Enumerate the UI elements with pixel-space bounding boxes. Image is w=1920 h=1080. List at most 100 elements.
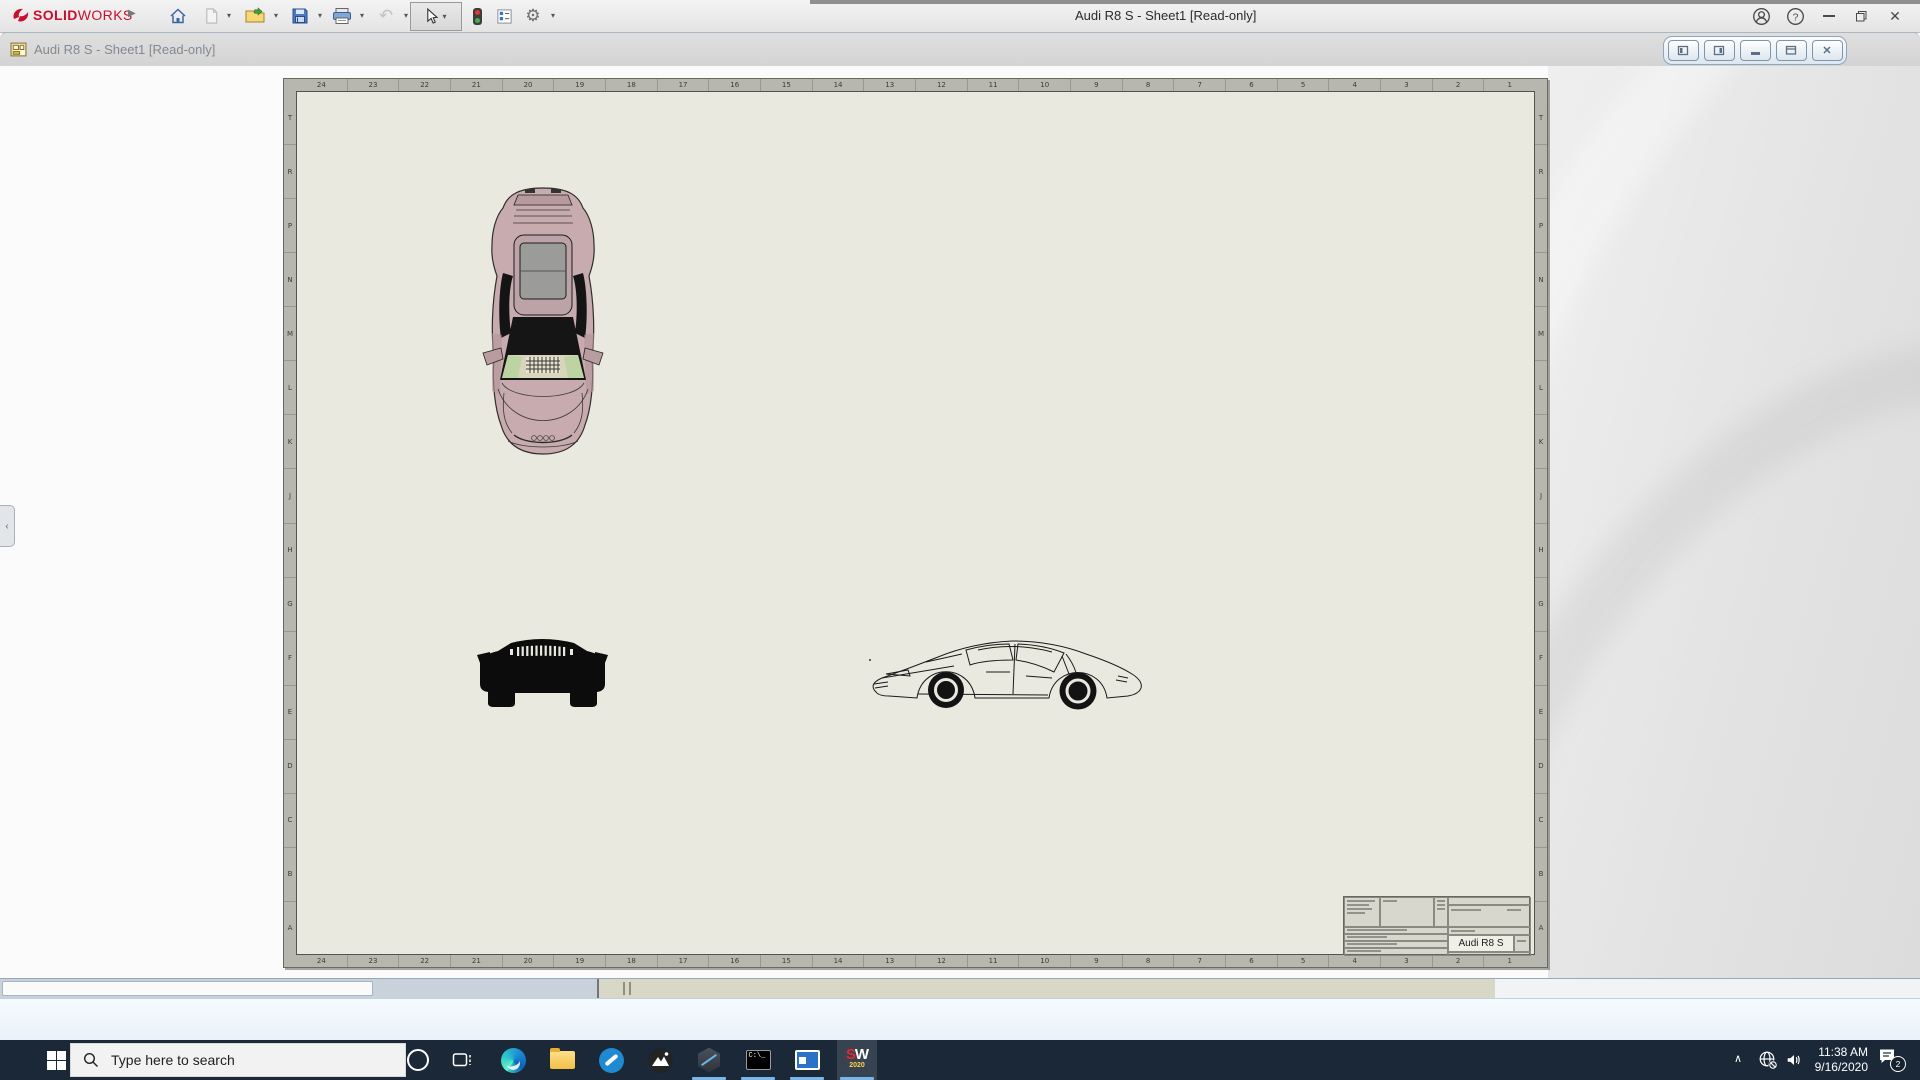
window-title: Audi R8 S - Sheet1 [Read-only]	[1075, 8, 1256, 23]
zone-label: 10	[1019, 79, 1071, 91]
drawing-view-side[interactable]	[866, 632, 1150, 714]
zone-label: 18	[606, 955, 658, 967]
status-bar	[0, 998, 1920, 1040]
drawing-view-front[interactable]	[477, 630, 608, 716]
photos-icon	[648, 1048, 673, 1073]
zone-label: D	[284, 740, 296, 794]
search-input[interactable]	[109, 1051, 383, 1069]
collapsed-panel-flyout[interactable]: ‹	[0, 505, 15, 547]
document-minimize-button[interactable]	[1740, 40, 1771, 61]
title-block-cell	[1344, 897, 1380, 927]
stoplight-icon	[473, 8, 482, 25]
edge-button[interactable]	[493, 1040, 533, 1080]
open-button[interactable]	[243, 4, 267, 28]
action-center-button[interactable]: 2	[1878, 1048, 1906, 1074]
clock[interactable]: 11:38 AM 9/16/2020	[1802, 1045, 1868, 1075]
list-report-icon	[496, 8, 513, 25]
restore-icon	[1855, 10, 1868, 23]
cortana-button[interactable]	[398, 1040, 438, 1080]
hexagon-app-button[interactable]	[689, 1040, 729, 1080]
options-button[interactable]: ⚙	[521, 4, 545, 28]
scrollbar-track[interactable]	[599, 979, 1495, 998]
taskbar: C:\_ SW 2020 ∧	[0, 1040, 1920, 1080]
chevron-up-icon: ∧	[1734, 1053, 1742, 1065]
help-button[interactable]: ?	[1784, 6, 1806, 26]
zone-label: C	[1535, 794, 1547, 848]
open-caret[interactable]: ▾	[271, 11, 281, 20]
new-document-caret[interactable]: ▾	[224, 11, 234, 20]
document-restore-button[interactable]	[1776, 40, 1807, 61]
options-caret[interactable]: ▾	[548, 11, 558, 20]
zone-label: P	[284, 199, 296, 253]
title-block-cell	[1344, 948, 1448, 956]
title-block-cell	[1344, 934, 1448, 941]
media-app-button[interactable]	[787, 1040, 827, 1080]
document-close-button[interactable]: ✕	[1812, 40, 1843, 61]
zone-label: 2	[1433, 79, 1485, 91]
scrollbar-track-right[interactable]	[1495, 979, 1920, 998]
zone-ruler-top: 242322212019181716151413121110987654321	[296, 79, 1535, 91]
taskbar-search[interactable]	[70, 1043, 406, 1077]
print-caret[interactable]: ▾	[357, 11, 367, 20]
drawing-sheet[interactable]: 242322212019181716151413121110987654321 …	[283, 78, 1548, 968]
network-button[interactable]	[1758, 1050, 1778, 1075]
save-caret[interactable]: ▾	[315, 11, 325, 20]
zone-label: J	[284, 469, 296, 523]
select-tool-caret[interactable]: ▾	[442, 12, 446, 21]
title-block[interactable]: Audi R8 S	[1343, 896, 1530, 955]
command-prompt-button[interactable]: C:\_	[738, 1040, 778, 1080]
open-folder-icon	[245, 7, 266, 25]
zone-label: 24	[296, 79, 348, 91]
photos-button[interactable]	[640, 1040, 680, 1080]
splitter-grip[interactable]	[623, 982, 625, 995]
background-watermark	[1548, 66, 1920, 978]
account-button[interactable]	[1750, 6, 1772, 26]
zone-label: 6	[1226, 79, 1278, 91]
pane-left-icon	[1676, 45, 1690, 56]
drawing-view-top[interactable]	[478, 183, 608, 457]
screen: SOLIDWORKS ▶ ▾ ▾	[0, 0, 1920, 1080]
select-tool-button[interactable]: ▾	[410, 2, 462, 31]
wrench-icon	[599, 1048, 624, 1073]
solidworks-button[interactable]: SW 2020	[837, 1040, 877, 1080]
tools-app-button[interactable]	[591, 1040, 631, 1080]
scrollbar-thumb[interactable]	[2, 981, 373, 996]
zone-label: 3	[1381, 955, 1433, 967]
restore-button[interactable]	[1850, 6, 1872, 26]
close-button[interactable]: ✕	[1884, 6, 1906, 26]
zone-ruler-left: TRPNMLKJHGFEDCBA	[284, 91, 296, 955]
zone-label: D	[1535, 740, 1547, 794]
zone-label: P	[1535, 199, 1547, 253]
command-prompt-icon: C:\_	[746, 1050, 771, 1070]
splitter-grip[interactable]	[629, 982, 631, 995]
zone-label: 5	[1278, 955, 1330, 967]
new-document-button[interactable]	[199, 4, 223, 28]
toolbar-flyout-arrow[interactable]: ▶	[128, 8, 136, 19]
title-block-cell	[1448, 927, 1531, 935]
pane-right-button[interactable]	[1704, 40, 1735, 61]
tray-chevron-button[interactable]: ∧	[1734, 1052, 1742, 1065]
zone-label: 4	[1329, 955, 1381, 967]
print-button[interactable]	[330, 4, 354, 28]
zone-label: 9	[1071, 955, 1123, 967]
tray-date: 9/16/2020	[1802, 1060, 1868, 1075]
horizontal-scrollbar[interactable]	[0, 978, 1920, 998]
document-window-controls: ✕	[1663, 36, 1847, 65]
file-explorer-button[interactable]	[542, 1040, 582, 1080]
undo-button[interactable]: ↶	[374, 4, 398, 28]
minimize-button[interactable]	[1818, 6, 1840, 26]
pane-left-button[interactable]	[1668, 40, 1699, 61]
evaluate-list-button[interactable]	[492, 4, 516, 28]
rebuild-button[interactable]	[465, 4, 489, 28]
task-view-button[interactable]	[442, 1040, 482, 1080]
title-block-part-name: Audi R8 S	[1448, 935, 1514, 952]
window-top-edge	[810, 0, 1920, 4]
volume-button[interactable]	[1784, 1051, 1804, 1074]
home-icon	[169, 7, 187, 25]
document-minimize-icon	[1751, 52, 1760, 55]
home-button[interactable]	[166, 4, 190, 28]
zone-label: K	[1535, 415, 1547, 469]
pane-right-icon	[1712, 45, 1726, 56]
save-button[interactable]	[288, 4, 312, 28]
zone-label: 17	[658, 955, 710, 967]
